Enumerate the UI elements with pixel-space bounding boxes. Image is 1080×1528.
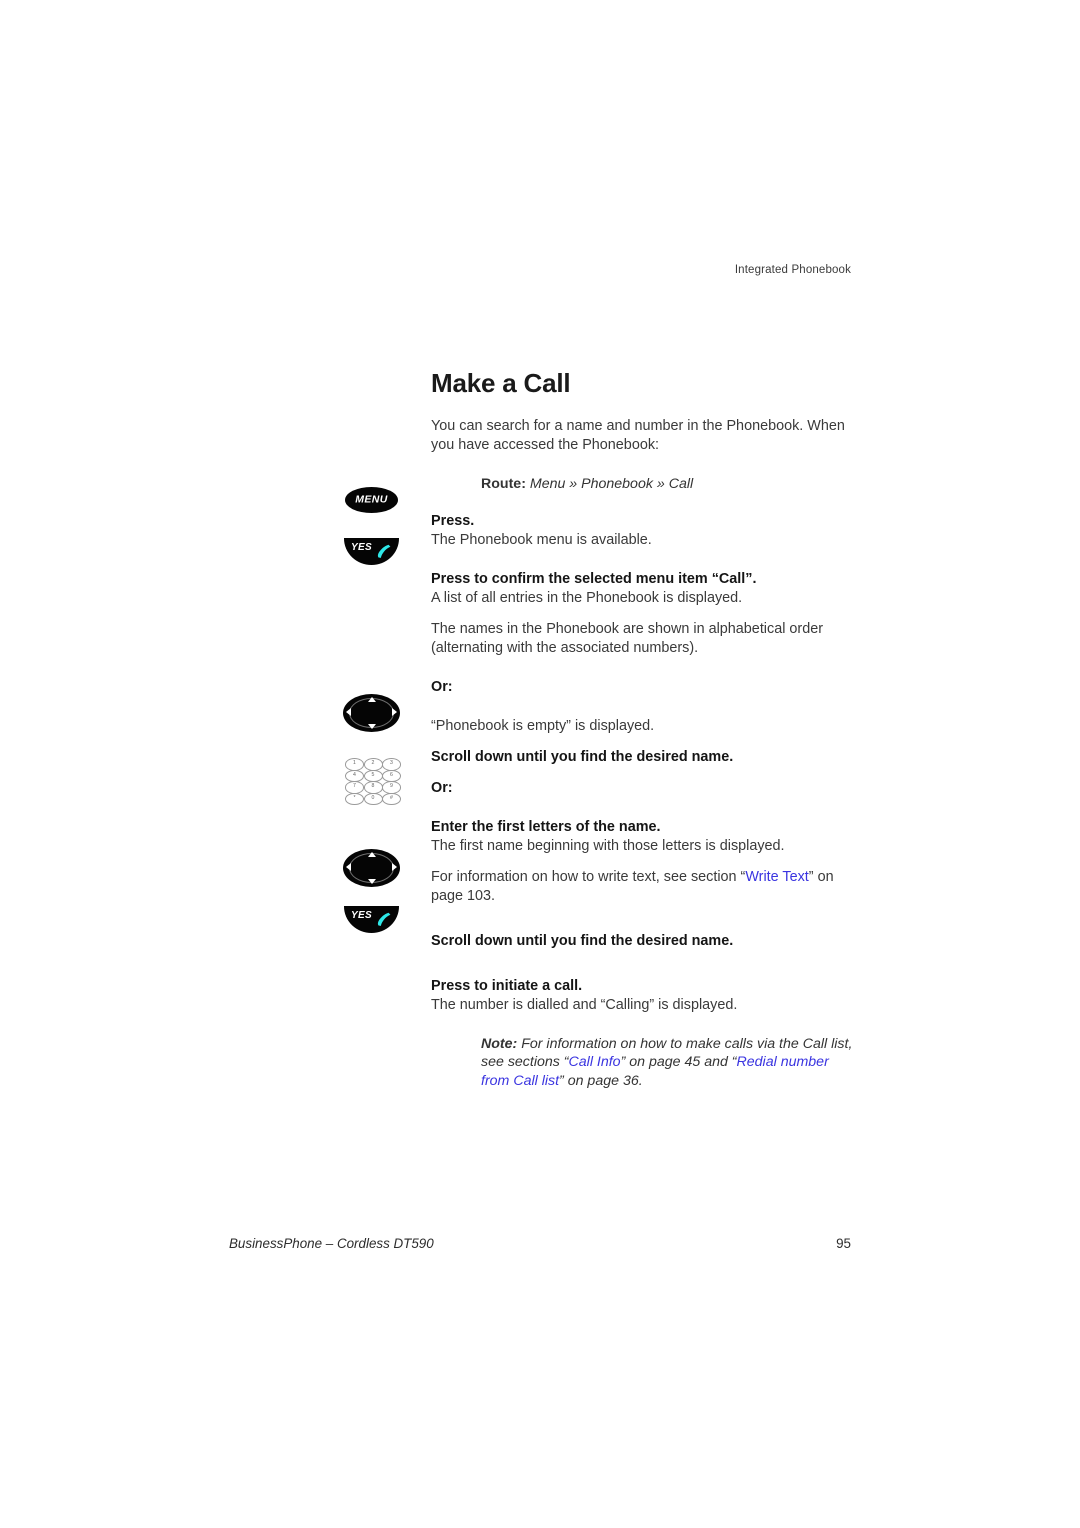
step-lead: Press to confirm the selected menu item …: [431, 570, 757, 587]
yes-key-label: YES: [351, 542, 372, 553]
footer-document-name: BusinessPhone – Cordless DT590: [229, 1236, 434, 1251]
yes-key-label: YES: [351, 910, 372, 921]
arrow-right-icon: [392, 863, 397, 871]
arrow-down-icon: [368, 879, 376, 884]
navigation-key-icon-2[interactable]: [343, 849, 400, 887]
note-text-3: ” on page 36.: [559, 1072, 643, 1089]
write-text-link[interactable]: Write Text: [745, 869, 808, 885]
menu-key-label: MENU: [355, 493, 388, 506]
dial-keypad-icon[interactable]: 1 2 3 4 5 6 7 8 9 * 0 #: [345, 758, 401, 805]
arrow-up-icon: [368, 852, 376, 857]
intro-paragraph: You can search for a name and number in …: [431, 418, 845, 453]
dial-key-2[interactable]: 2: [363, 758, 383, 771]
dial-key-*[interactable]: *: [345, 792, 364, 805]
dial-key-7[interactable]: 7: [345, 781, 364, 794]
step-lead: Press to initiate a call.: [431, 977, 583, 994]
dial-key-0[interactable]: 0: [363, 792, 383, 805]
step-sub: A list of all entries in the Phonebook i…: [431, 589, 743, 606]
dial-key-1[interactable]: 1: [345, 758, 364, 771]
manual-page: Integrated Phonebook MENU YES 1 2 3 4 5 6 7 8 9 *…: [0, 0, 1080, 1528]
step-lead: Scroll down until you find the desired n…: [431, 748, 734, 765]
or-label-2: Or:: [431, 779, 453, 796]
arrow-left-icon: [346, 863, 351, 871]
step-sub: The number is dialled and “Calling” is d…: [431, 996, 738, 1013]
arrow-down-icon: [368, 724, 376, 729]
alphabetical-order-paragraph: The names in the Phonebook are shown in …: [431, 620, 823, 656]
phonebook-empty-message: “Phonebook is empty” is displayed.: [431, 717, 655, 734]
write-text-before: For information on how to write text, se…: [431, 868, 746, 885]
arrow-up-icon: [368, 697, 376, 702]
navigation-key-icon[interactable]: [343, 694, 400, 732]
step-scroll-2: Scroll down until you find the desired n…: [431, 932, 851, 951]
step-press-menu: Press. The Phonebook menu is available.: [431, 512, 851, 550]
dial-key-8[interactable]: 8: [363, 781, 383, 794]
arrow-right-icon: [392, 708, 397, 716]
yes-key-icon-2[interactable]: YES: [344, 906, 399, 933]
step-lead: Scroll down until you find the desired n…: [431, 932, 734, 949]
or-label-1: Or:: [431, 678, 453, 695]
write-text-reference: For information on how to write text, se…: [431, 868, 851, 906]
content-column: Make a Call You can search for a name an…: [431, 368, 853, 1090]
note-label: Note:: [481, 1035, 518, 1052]
step-enter-letters: Enter the first letters of the name. The…: [431, 818, 851, 856]
route-label: Route:: [481, 476, 526, 493]
dial-key-3[interactable]: 3: [382, 758, 401, 771]
handset-icon: [377, 912, 391, 926]
yes-key-icon[interactable]: YES: [344, 538, 399, 565]
step-lead: Enter the first letters of the name.: [431, 818, 661, 835]
note-text-2: ” on page 45 and “: [620, 1054, 737, 1071]
step-sub: The first name beginning with those lett…: [431, 837, 785, 854]
route-line: Route: Menu » Phonebook » Call: [481, 475, 851, 494]
page-footer: BusinessPhone – Cordless DT590 95: [229, 1236, 851, 1251]
step-confirm-call: Press to confirm the selected menu item …: [431, 570, 851, 608]
step-lead: Press.: [431, 512, 475, 529]
call-info-link[interactable]: Call Info: [569, 1054, 621, 1070]
handset-icon: [377, 544, 391, 558]
footer-page-number: 95: [836, 1236, 851, 1251]
step-sub: The Phonebook menu is available.: [431, 531, 652, 548]
page-title: Make a Call: [431, 368, 571, 398]
menu-key-icon[interactable]: MENU: [345, 487, 398, 513]
running-header: Integrated Phonebook: [734, 264, 851, 276]
step-scroll-1: Scroll down until you find the desired n…: [431, 748, 851, 767]
dial-key-9[interactable]: 9: [382, 781, 401, 794]
arrow-left-icon: [346, 708, 351, 716]
note-block: Note: For information on how to make cal…: [481, 1035, 853, 1090]
dial-key-#[interactable]: #: [382, 792, 401, 805]
step-initiate-call: Press to initiate a call. The number is …: [431, 977, 851, 1015]
route-path: Menu » Phonebook » Call: [529, 476, 694, 493]
